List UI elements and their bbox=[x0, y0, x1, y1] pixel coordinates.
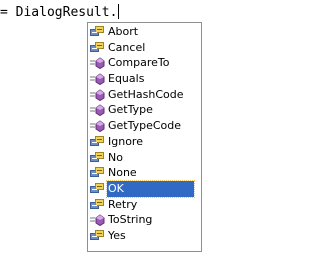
text-caret bbox=[118, 4, 120, 19]
enum-member-icon bbox=[90, 151, 105, 164]
completion-item-label: Equals bbox=[108, 72, 145, 86]
completion-item-label: Abort bbox=[108, 25, 139, 38]
completion-item-ok[interactable]: OK bbox=[88, 179, 201, 198]
completion-item-label: OK bbox=[106, 179, 195, 198]
completion-item-no[interactable]: No bbox=[88, 150, 201, 166]
enum-member-icon bbox=[90, 229, 105, 242]
completion-item-label: None bbox=[108, 166, 137, 180]
completion-item-gettype[interactable]: GetType bbox=[88, 102, 201, 118]
completion-item-retry[interactable]: Retry bbox=[88, 197, 201, 213]
completion-item-abort[interactable]: Abort bbox=[88, 24, 201, 40]
completion-item-label: CompareTo bbox=[108, 56, 170, 70]
enum-member-icon bbox=[90, 182, 105, 195]
completion-item-label: Retry bbox=[108, 197, 138, 211]
completion-item-label: GetType bbox=[108, 103, 153, 117]
completion-item-none[interactable]: None bbox=[88, 165, 201, 181]
code-editor-line[interactable]: = DialogResult. bbox=[0, 4, 120, 22]
completion-item-compareto[interactable]: CompareTo bbox=[88, 55, 201, 71]
completion-item-label: GetTypeCode bbox=[108, 119, 182, 133]
method-icon bbox=[90, 89, 105, 101]
completion-item-ignore[interactable]: Ignore bbox=[88, 134, 201, 150]
enum-member-icon bbox=[90, 135, 105, 148]
enum-member-icon bbox=[90, 26, 105, 38]
completion-item-label: Cancel bbox=[108, 40, 146, 54]
completion-item-label: No bbox=[108, 150, 123, 164]
method-icon bbox=[90, 214, 105, 227]
completion-item-label: Yes bbox=[108, 228, 126, 242]
enum-member-icon bbox=[90, 167, 105, 179]
method-icon bbox=[90, 104, 105, 117]
method-icon bbox=[90, 120, 105, 133]
completion-item-cancel[interactable]: Cancel bbox=[88, 40, 201, 56]
completion-item-label: GetHashCode bbox=[108, 87, 184, 101]
method-icon bbox=[90, 73, 105, 86]
enum-member-icon bbox=[90, 41, 105, 54]
completion-item-label: ToString bbox=[108, 213, 153, 227]
intellisense-completion-list[interactable]: Abort Cancel CompareTo Equals GetHashCod… bbox=[87, 22, 202, 252]
completion-item-label: Ignore bbox=[108, 134, 143, 148]
completion-item-gettypecode[interactable]: GetTypeCode bbox=[88, 118, 201, 134]
code-text: = DialogResult. bbox=[0, 5, 118, 20]
method-icon bbox=[90, 57, 105, 70]
completion-item-equals[interactable]: Equals bbox=[88, 71, 201, 87]
completion-item-tostring[interactable]: ToString bbox=[88, 212, 201, 228]
completion-item-gethashcode[interactable]: GetHashCode bbox=[88, 87, 201, 103]
completion-item-yes[interactable]: Yes bbox=[88, 228, 201, 244]
enum-member-icon bbox=[90, 198, 105, 211]
